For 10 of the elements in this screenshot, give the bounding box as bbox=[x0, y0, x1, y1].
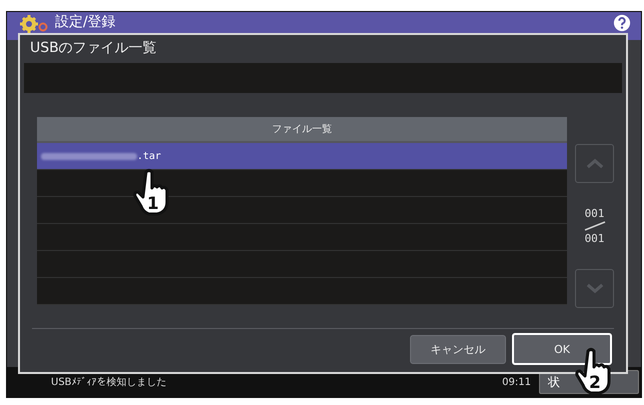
total-pages: 001 bbox=[584, 232, 604, 245]
column-header: ファイル一覧 bbox=[37, 117, 567, 143]
file-extension: .tar bbox=[137, 150, 162, 162]
screen-title: 設定/登録 bbox=[55, 14, 116, 30]
step-number: 1 bbox=[147, 194, 159, 214]
dialog-title: USBのファイル一覧 bbox=[29, 39, 158, 58]
status-message: USBﾒﾃﾞｨｱを検知しました bbox=[51, 376, 167, 389]
step-number: 2 bbox=[589, 373, 601, 393]
current-page: 001 bbox=[584, 207, 604, 220]
clock-time: 09:11 bbox=[502, 376, 531, 388]
